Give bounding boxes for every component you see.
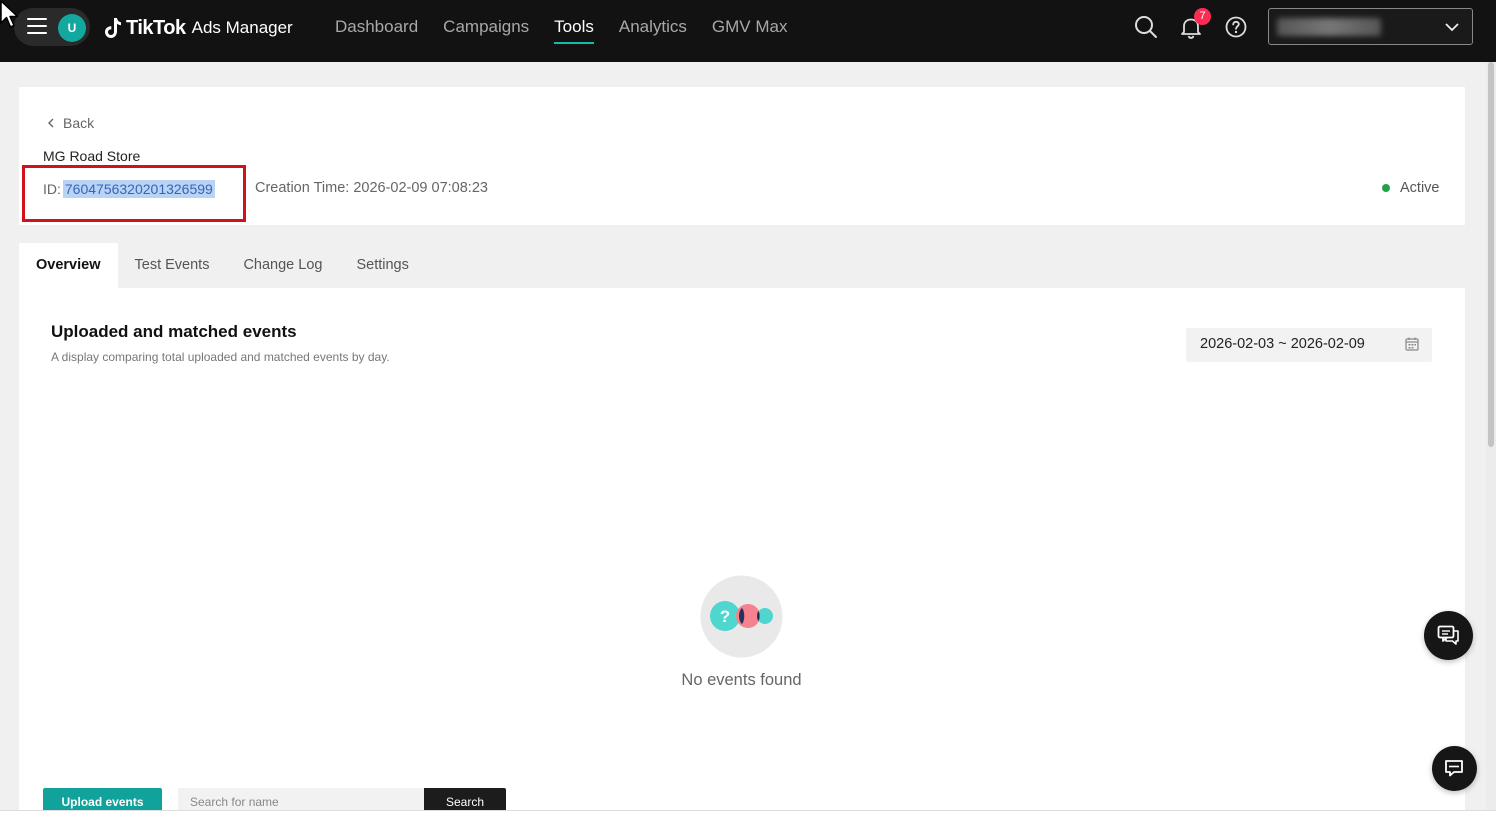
tab-test-events[interactable]: Test Events — [118, 243, 227, 288]
feedback-button[interactable] — [1432, 746, 1477, 791]
overview-panel — [19, 288, 1465, 816]
top-navigation-bar: U TikTok Ads Manager Dashboard Campaigns… — [0, 0, 1496, 62]
status-badge: Active — [1382, 180, 1440, 196]
chevron-left-icon — [48, 118, 54, 128]
empty-state-message: No events found — [681, 671, 802, 689]
hamburger-menu-icon[interactable] — [27, 18, 47, 34]
back-link[interactable]: Back — [46, 115, 94, 131]
chevron-down-icon — [1445, 23, 1459, 32]
svg-text:?: ? — [720, 607, 730, 626]
nav-gmv-max[interactable]: GMV Max — [712, 17, 788, 47]
calendar-icon — [1405, 337, 1419, 351]
chat-support-button[interactable] — [1424, 611, 1473, 660]
message-icon — [1445, 760, 1463, 777]
store-name: MG Road Store — [43, 148, 141, 164]
search-icon[interactable] — [1133, 14, 1159, 40]
notification-count-badge: 7 — [1194, 8, 1211, 25]
back-label: Back — [63, 115, 95, 131]
account-selector[interactable] — [1268, 8, 1473, 45]
brand-subtitle: Ads Manager — [191, 18, 293, 37]
nav-tools[interactable]: Tools — [554, 17, 594, 47]
nav-analytics[interactable]: Analytics — [619, 17, 687, 47]
tab-change-log[interactable]: Change Log — [226, 243, 339, 288]
tab-overview[interactable]: Overview — [19, 243, 118, 288]
brand-name: TikTok — [126, 16, 186, 39]
section-title: Uploaded and matched events — [51, 322, 297, 341]
status-dot — [1382, 184, 1390, 192]
chat-bubbles-icon — [1437, 625, 1459, 645]
nav-campaigns[interactable]: Campaigns — [443, 17, 529, 47]
scrollbar-thumb[interactable] — [1488, 62, 1494, 447]
date-range-value: 2026-02-03 ~ 2026-02-09 — [1200, 336, 1365, 352]
tiktok-ads-manager-logo[interactable]: TikTok Ads Manager — [104, 14, 293, 42]
id-highlight-annotation — [22, 165, 246, 222]
nav-dashboard[interactable]: Dashboard — [335, 17, 418, 47]
empty-state-illustration-icon: ? — [700, 575, 783, 658]
tiktok-note-icon — [105, 18, 121, 38]
main-nav: Dashboard Campaigns Tools Analytics GMV … — [335, 17, 812, 47]
help-icon[interactable] — [1223, 14, 1249, 40]
account-name-redacted — [1277, 18, 1381, 36]
status-label: Active — [1400, 180, 1440, 196]
page-scrollbar[interactable] — [1486, 62, 1496, 810]
section-description: A display comparing total uploaded and m… — [51, 350, 390, 364]
window-bottom-edge — [0, 810, 1496, 816]
avatar[interactable]: U — [58, 14, 86, 42]
creation-time: Creation Time: 2026-02-09 07:08:23 — [255, 180, 488, 196]
tab-settings[interactable]: Settings — [339, 243, 425, 288]
date-range-picker[interactable]: 2026-02-03 ~ 2026-02-09 — [1186, 328, 1432, 362]
tab-bar: Overview Test Events Change Log Settings — [19, 243, 426, 288]
mouse-cursor-icon — [0, 0, 19, 28]
